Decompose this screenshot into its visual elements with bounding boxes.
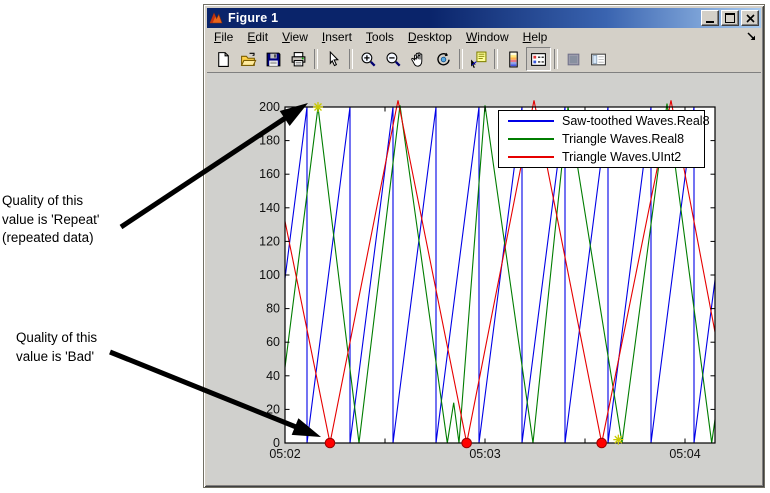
figure-window: Figure 1 File Edit View Insert Tools Desktop W… bbox=[203, 4, 765, 488]
menu-item-desktop[interactable]: Desktop bbox=[401, 28, 459, 46]
legend-label: Triangle Waves.UInt2 bbox=[562, 150, 682, 164]
svg-text:0: 0 bbox=[273, 436, 280, 450]
title-bar[interactable]: Figure 1 bbox=[207, 8, 761, 28]
svg-text:20: 20 bbox=[266, 402, 280, 416]
svg-text:40: 40 bbox=[266, 369, 280, 383]
zoom-in-button[interactable] bbox=[356, 47, 381, 71]
data-cursor-button[interactable] bbox=[466, 47, 491, 71]
edit-plot-button[interactable] bbox=[321, 47, 346, 71]
pan-button[interactable] bbox=[406, 47, 431, 71]
screenshot-root: Quality of this value is 'Repeat' (repeate… bbox=[0, 0, 770, 493]
toolbar bbox=[207, 46, 761, 73]
legend-label: Saw-toothed Waves.Real8 bbox=[562, 114, 710, 128]
svg-text:120: 120 bbox=[259, 234, 280, 248]
legend-line-sample bbox=[508, 120, 554, 122]
menu-bar: File Edit View Insert Tools Desktop Window Help bbox=[207, 28, 761, 46]
colorbar-icon bbox=[505, 51, 522, 68]
annotation-bad-note: Quality of this value is 'Bad' bbox=[16, 329, 116, 366]
toolbar-separator bbox=[554, 49, 558, 69]
svg-text:60: 60 bbox=[266, 335, 280, 349]
legend-line-sample bbox=[508, 156, 554, 158]
svg-text:160: 160 bbox=[259, 167, 280, 181]
svg-text:140: 140 bbox=[259, 201, 280, 215]
legend[interactable]: Saw-toothed Waves.Real8 Triangle Waves.Re… bbox=[498, 110, 710, 168]
open-folder-icon bbox=[240, 51, 257, 68]
menu-item-file[interactable]: File bbox=[207, 28, 240, 46]
dock-figure-icon[interactable] bbox=[746, 31, 758, 43]
note-line: value is 'Repeat' bbox=[2, 211, 100, 227]
legend-line-sample bbox=[508, 138, 554, 140]
printer-icon bbox=[290, 51, 307, 68]
toolbar-separator bbox=[314, 49, 318, 69]
show-plot-tools-button[interactable] bbox=[586, 47, 611, 71]
window-title: Figure 1 bbox=[228, 11, 279, 25]
new-document-icon bbox=[215, 51, 232, 68]
zoom-out-icon bbox=[385, 51, 402, 68]
matlab-icon bbox=[209, 10, 225, 26]
hide-plot-tools-button[interactable] bbox=[561, 47, 586, 71]
close-icon bbox=[745, 13, 755, 23]
close-button[interactable] bbox=[741, 10, 759, 26]
rotate-3d-button[interactable] bbox=[431, 47, 456, 71]
print-figure-button[interactable] bbox=[286, 47, 311, 71]
legend-entry[interactable]: Saw-toothed Waves.Real8 bbox=[499, 112, 710, 130]
svg-text:180: 180 bbox=[259, 134, 280, 148]
annotation-repeat-note: Quality of this value is 'Repeat' (repeate… bbox=[2, 192, 122, 248]
svg-text:80: 80 bbox=[266, 302, 280, 316]
data-cursor-icon bbox=[470, 51, 487, 68]
menu-item-view[interactable]: View bbox=[275, 28, 315, 46]
svg-text:05:03: 05:03 bbox=[469, 447, 500, 461]
insert-colorbar-button[interactable] bbox=[501, 47, 526, 71]
menu-item-tools[interactable]: Tools bbox=[359, 28, 401, 46]
legend-label: Triangle Waves.Real8 bbox=[562, 132, 685, 146]
note-line: Quality of this bbox=[2, 193, 84, 208]
new-figure-button[interactable] bbox=[211, 47, 236, 71]
menu-item-help[interactable]: Help bbox=[516, 28, 555, 46]
legend-icon bbox=[530, 51, 547, 68]
menu-item-insert[interactable]: Insert bbox=[315, 28, 359, 46]
legend-entry[interactable]: Triangle Waves.Real8 bbox=[499, 130, 704, 148]
toolbar-separator bbox=[349, 49, 353, 69]
menu-item-edit[interactable]: Edit bbox=[240, 28, 275, 46]
hide-plot-tools-icon bbox=[565, 51, 582, 68]
plot-tools-icon bbox=[590, 51, 607, 68]
arrow-cursor-icon bbox=[325, 51, 342, 68]
zoom-out-button[interactable] bbox=[381, 47, 406, 71]
minimize-button[interactable] bbox=[701, 10, 719, 26]
svg-text:100: 100 bbox=[259, 268, 280, 282]
pan-hand-icon bbox=[410, 51, 427, 68]
menu-item-window[interactable]: Window bbox=[459, 28, 516, 46]
svg-text:05:04: 05:04 bbox=[669, 447, 700, 461]
save-figure-button[interactable] bbox=[261, 47, 286, 71]
open-file-button[interactable] bbox=[236, 47, 261, 71]
note-line: Quality of this bbox=[16, 330, 98, 345]
rotate-3d-icon bbox=[435, 51, 452, 68]
save-floppy-icon bbox=[265, 51, 282, 68]
toolbar-separator bbox=[494, 49, 498, 69]
svg-text:200: 200 bbox=[259, 100, 280, 114]
toolbar-separator bbox=[459, 49, 463, 69]
note-line: (repeated data) bbox=[2, 230, 94, 246]
maximize-button[interactable] bbox=[721, 10, 739, 26]
zoom-in-icon bbox=[360, 51, 377, 68]
legend-entry[interactable]: Triangle Waves.UInt2 bbox=[499, 148, 704, 166]
insert-legend-button[interactable] bbox=[526, 47, 551, 71]
note-line: value is 'Bad' bbox=[16, 348, 95, 364]
figure-canvas: 05:02 05:03 05:04 0 20 40 60 80 100 120 140 160 180 2… bbox=[207, 73, 761, 484]
